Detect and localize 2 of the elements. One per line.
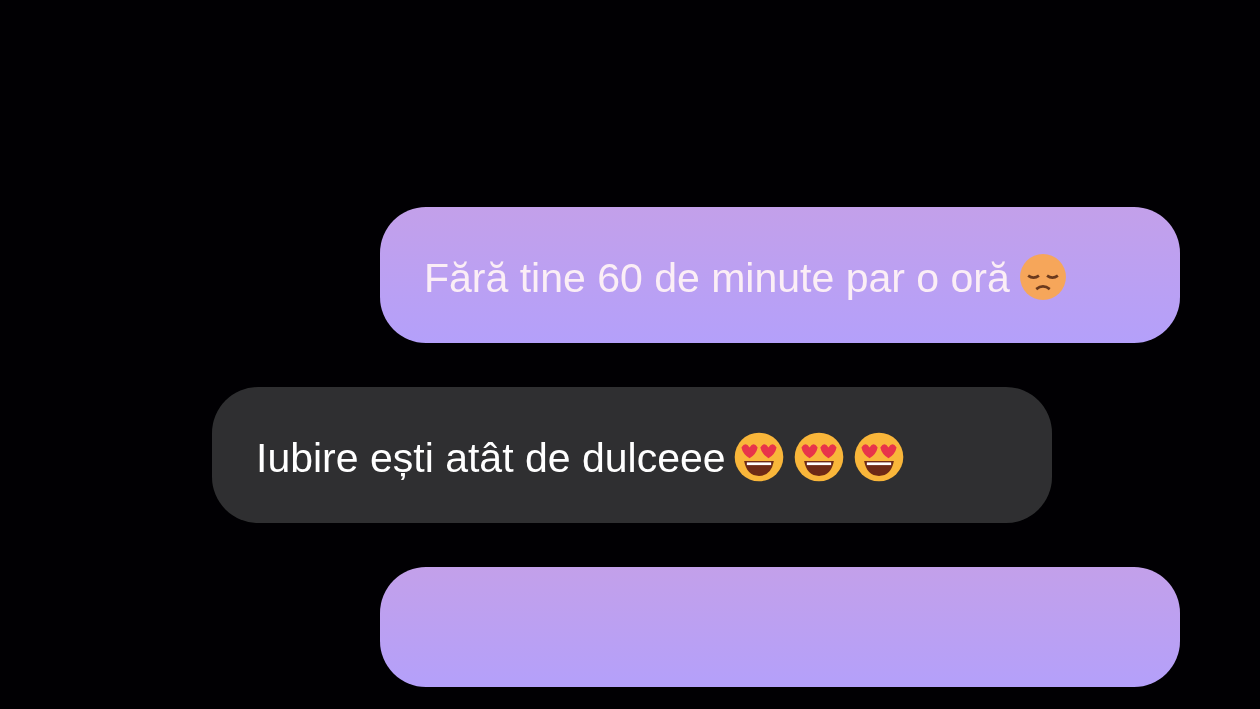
message-text: Iubire ești atât de dulceee: [256, 435, 726, 481]
message-text: Fără tine 60 de minute par o oră: [424, 255, 1010, 301]
